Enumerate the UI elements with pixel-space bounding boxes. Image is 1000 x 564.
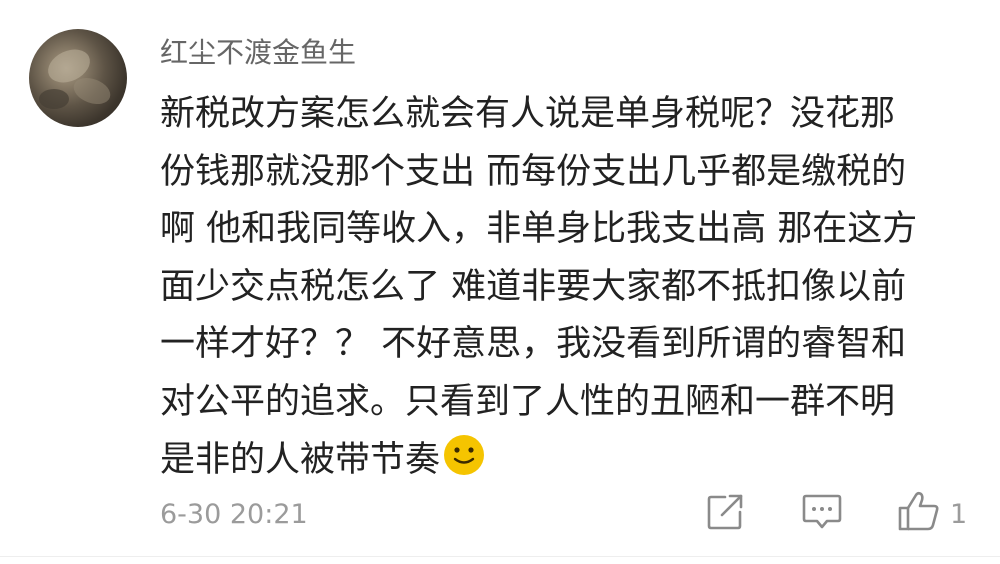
comment-timestamp: 6-30 20:21: [160, 499, 308, 530]
comment-line: 啊 他和我同等收入，非单身比我支出高 那在这方: [160, 209, 918, 250]
comment-line: 面少交点税怎么了 难道非要大家都不抵扣像以前: [160, 266, 907, 307]
comment-line: 一样才好？？ 不好意思，我没看到所谓的睿智和: [160, 324, 907, 365]
username[interactable]: 红尘不渡金鱼生: [160, 34, 356, 72]
comment-last-line: 是非的人被带节奏: [160, 432, 960, 490]
comment-line: 对公平的追求。只看到了人性的丑陋和一群不明: [160, 381, 896, 422]
avatar[interactable]: [29, 29, 127, 127]
like-count: 1: [950, 499, 968, 530]
thumbs-up-icon[interactable]: [897, 490, 941, 532]
comment-line: 新税改方案怎么就会有人说是单身税呢？没花那: [160, 94, 896, 134]
divider: [0, 556, 1000, 557]
smile-emoji-icon: [444, 434, 485, 475]
comment-line: 份钱那就没那个支出 而每份支出几乎都是缴税的: [160, 151, 907, 192]
reply-icon[interactable]: [801, 492, 843, 532]
share-icon[interactable]: [705, 492, 745, 532]
comment-line: 是非的人被带节奏: [160, 439, 441, 480]
comment-item: 红尘不渡金鱼生 新税改方案怎么就会有人说是单身税呢？没花那 份钱那就没那个支出 …: [0, 0, 1000, 564]
comment-content: 新税改方案怎么就会有人说是单身税呢？没花那 份钱那就没那个支出 而每份支出几乎都…: [160, 86, 960, 489]
